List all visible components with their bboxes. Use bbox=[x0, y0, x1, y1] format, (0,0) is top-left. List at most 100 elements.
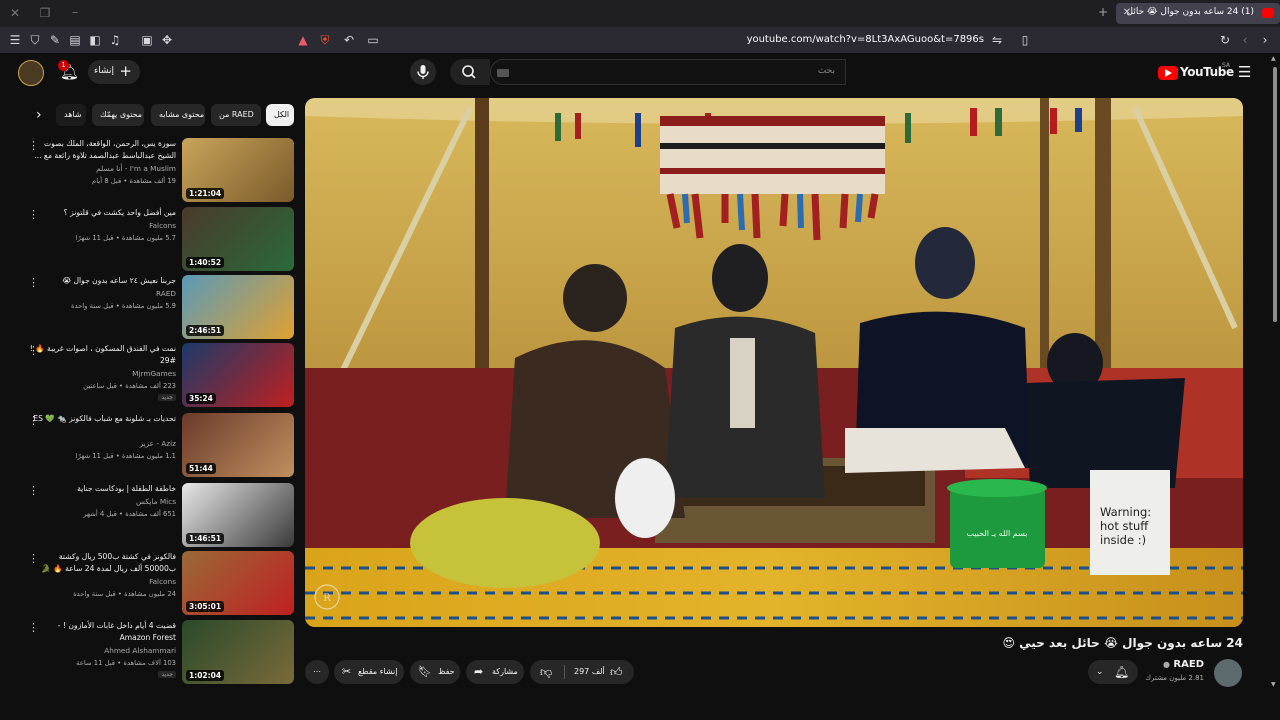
recommendation-channel[interactable]: Aziz - عزيز bbox=[140, 439, 176, 448]
sidebar-icon[interactable]: ◧ bbox=[88, 33, 102, 47]
reader-icon[interactable]: ▭ bbox=[366, 33, 380, 47]
recommendation-channel[interactable]: Falcons bbox=[149, 577, 176, 586]
undo-icon[interactable]: ↶ bbox=[342, 33, 356, 47]
bookmark-icon[interactable]: ▯ bbox=[1018, 33, 1032, 47]
video-player[interactable]: بسم الله يـ الحبيب Warning: hot stuff in… bbox=[305, 98, 1243, 627]
video-thumbnail[interactable]: 2:46:51 bbox=[182, 275, 294, 339]
recommendation-title[interactable]: جربنا نعيش ٢٤ ساعه بدون جوال 😭 bbox=[26, 275, 176, 287]
search-input[interactable]: بحث bbox=[490, 59, 846, 85]
chip-watched[interactable]: شاهد bbox=[56, 104, 86, 126]
back-icon[interactable]: ‹ bbox=[1238, 33, 1252, 47]
more-options-icon[interactable]: ⋮ bbox=[28, 277, 39, 288]
tab-manager-icon[interactable]: ▣ bbox=[140, 33, 154, 47]
watermark-text: R bbox=[323, 593, 331, 604]
chip-for-you[interactable]: محتوى يهمّك bbox=[92, 104, 144, 126]
scroll-down-icon[interactable]: ▼ bbox=[1271, 681, 1276, 688]
recommendation-title[interactable]: فالكونز في كشتة ب500 ريال وكشتة ب50000 أ… bbox=[26, 551, 176, 575]
hamburger-menu-icon[interactable]: ☰ bbox=[1238, 63, 1251, 81]
recommendation-item[interactable]: 1:40:52 مين أفضل واحد يكشت في قلتونز ؟ Fal… bbox=[18, 207, 298, 273]
sign-line-2: hot stuff bbox=[1100, 519, 1149, 533]
recommendation-item[interactable]: 1:21:04 سورة يس، الرحمن، الواقعة، الملك ب… bbox=[18, 138, 298, 204]
recommendation-item[interactable]: 51:44 تحديات بـ شلونة مع شباب فالكونز 🐀 💚… bbox=[18, 413, 298, 479]
video-thumbnail[interactable]: 35:24 bbox=[182, 343, 294, 407]
chip-related[interactable]: محتوى مشابه bbox=[151, 104, 205, 126]
dislike-icon[interactable]: 👎︎ bbox=[540, 660, 552, 684]
recommendation-channel[interactable]: Ahmed Alshammari bbox=[104, 646, 176, 655]
video-duration: 3:05:01 bbox=[186, 601, 225, 612]
recommendation-item[interactable]: 1:02:04 قضيت 4 أيام داخل غابات الأمازون !… bbox=[18, 620, 298, 686]
like-icon[interactable]: 👍︎ bbox=[610, 660, 623, 684]
chip-all[interactable]: الكل bbox=[266, 104, 294, 126]
more-options-icon[interactable]: ⋮ bbox=[28, 209, 39, 220]
recommendation-item[interactable]: 3:05:01 فالكونز في كشتة ب500 ريال وكشتة ب… bbox=[18, 551, 298, 617]
logo-region: SA bbox=[1222, 62, 1231, 69]
recommendation-title[interactable]: نمت في الفندق المسكون ، اصوات غريبة 🔥 ! … bbox=[26, 343, 176, 367]
share-button[interactable]: ➦ مشاركة bbox=[466, 660, 524, 684]
recommendation-item[interactable]: 1:46:51 خاطفة الطفلة | بودكاست جناية Mics … bbox=[18, 483, 298, 549]
screenshot-icon[interactable]: ▤ bbox=[68, 33, 82, 47]
recommendation-title[interactable]: خاطفة الطفلة | بودكاست جناية bbox=[26, 483, 176, 495]
extensions-icon[interactable]: ✎ bbox=[48, 33, 62, 47]
recommendation-channel[interactable]: Falcons bbox=[149, 221, 176, 230]
video-thumbnail[interactable]: 1:40:52 bbox=[182, 207, 294, 271]
minimize-icon[interactable]: – bbox=[68, 5, 82, 19]
recommendation-title[interactable]: سورة يس، الرحمن، الواقعة، الملك بصوت الش… bbox=[26, 138, 176, 162]
page-scrollbar[interactable]: ▲ ▼ bbox=[1270, 53, 1280, 690]
menu-icon[interactable]: ☰ bbox=[8, 33, 22, 47]
recommendation-item[interactable]: 35:24 نمت في الفندق المسكون ، اصوات غريبة… bbox=[18, 343, 298, 409]
save-button[interactable]: 🔖︎ حفظ bbox=[410, 660, 460, 684]
music-icon[interactable]: ♫ bbox=[108, 33, 122, 47]
more-options-icon[interactable]: ⋮ bbox=[28, 345, 39, 356]
address-bar[interactable]: youtube.com/watch?v=8Lt3AxAGuoo&t=7896s … bbox=[380, 30, 1040, 50]
chip-from-channel[interactable]: من RAED bbox=[211, 104, 261, 126]
voice-search-button[interactable] bbox=[410, 59, 436, 85]
recommendation-channel[interactable]: MjrmGames bbox=[132, 369, 176, 378]
more-options-icon[interactable]: ⋮ bbox=[28, 415, 39, 426]
recommendation-title[interactable]: تحديات بـ شلونة مع شباب فالكونز 🐀 💚 ES bbox=[26, 413, 176, 425]
video-thumbnail[interactable]: 1:02:04 bbox=[182, 620, 294, 684]
recommendation-channel[interactable]: Mics مايكس bbox=[136, 497, 176, 506]
puzzle-icon[interactable]: ✥ bbox=[160, 33, 174, 47]
recommendation-title[interactable]: قضيت 4 أيام داخل غابات الأمازون ! - Amaz… bbox=[26, 620, 176, 644]
more-options-icon[interactable]: ⋮ bbox=[28, 140, 39, 151]
video-thumbnail[interactable]: 3:05:01 bbox=[182, 551, 294, 615]
forward-icon[interactable]: › bbox=[1258, 33, 1272, 47]
close-window-icon[interactable]: ✕ bbox=[8, 6, 22, 20]
video-thumbnail[interactable]: 51:44 bbox=[182, 413, 294, 477]
brave-shield-icon[interactable]: ⛨ bbox=[318, 33, 332, 47]
recommendation-channel[interactable]: I'm a Muslim - أنا مسلم bbox=[96, 164, 176, 173]
brave-rewards-icon[interactable]: ▲ bbox=[296, 33, 310, 47]
video-thumbnail[interactable]: 1:46:51 bbox=[182, 483, 294, 547]
more-options-icon[interactable]: ⋮ bbox=[28, 622, 39, 633]
save-label: حفظ bbox=[438, 667, 455, 676]
channel-avatar[interactable] bbox=[1214, 659, 1242, 687]
maximize-icon[interactable]: ❐ bbox=[38, 6, 52, 20]
tab-youtube[interactable]: ✕ (1) 24 ساعه بدون جوال 😭 حائل bbox=[1116, 3, 1280, 24]
video-thumbnail[interactable]: 1:21:04 bbox=[182, 138, 294, 202]
search-button[interactable] bbox=[450, 59, 490, 85]
video-duration: 1:40:52 bbox=[186, 257, 225, 268]
reload-icon[interactable]: ↻ bbox=[1218, 33, 1232, 47]
scissors-icon: ✂ bbox=[342, 665, 352, 678]
new-tab-icon[interactable]: + bbox=[1096, 5, 1110, 19]
channel-name[interactable]: ● RAED bbox=[1163, 659, 1204, 670]
create-button[interactable]: + إنشاء bbox=[88, 60, 140, 84]
recommendation-channel[interactable]: RAED bbox=[156, 289, 176, 298]
recommendation-item[interactable]: 2:46:51 جربنا نعيش ٢٤ ساعه بدون جوال 😭 RAE… bbox=[18, 275, 298, 341]
chips-scroll-left-icon[interactable]: › bbox=[36, 107, 42, 123]
more-actions-button[interactable]: ⋯ bbox=[305, 660, 329, 684]
clip-button[interactable]: ✂ إنشاء مقطع bbox=[334, 660, 404, 684]
more-options-icon[interactable]: ⋮ bbox=[28, 553, 39, 564]
more-options-icon[interactable]: ⋮ bbox=[28, 485, 39, 496]
scroll-up-icon[interactable]: ▲ bbox=[1271, 55, 1276, 62]
like-count[interactable]: 297 ألف bbox=[574, 660, 605, 684]
shield-icon[interactable]: ⛉ bbox=[28, 33, 42, 47]
avatar[interactable] bbox=[18, 60, 44, 86]
youtube-logo[interactable]: YouTube SA bbox=[1158, 62, 1234, 82]
scroll-thumb[interactable] bbox=[1273, 67, 1277, 322]
recommendation-title[interactable]: مين أفضل واحد يكشت في قلتونز ؟ bbox=[26, 207, 176, 219]
subscriber-count: 2.81 مليون مشترك bbox=[1145, 674, 1204, 682]
permissions-icon[interactable]: ⇋ bbox=[990, 33, 1004, 47]
subscribed-button[interactable]: ⌄ 🔔︎ bbox=[1088, 660, 1138, 684]
keyboard-icon[interactable] bbox=[497, 69, 509, 77]
